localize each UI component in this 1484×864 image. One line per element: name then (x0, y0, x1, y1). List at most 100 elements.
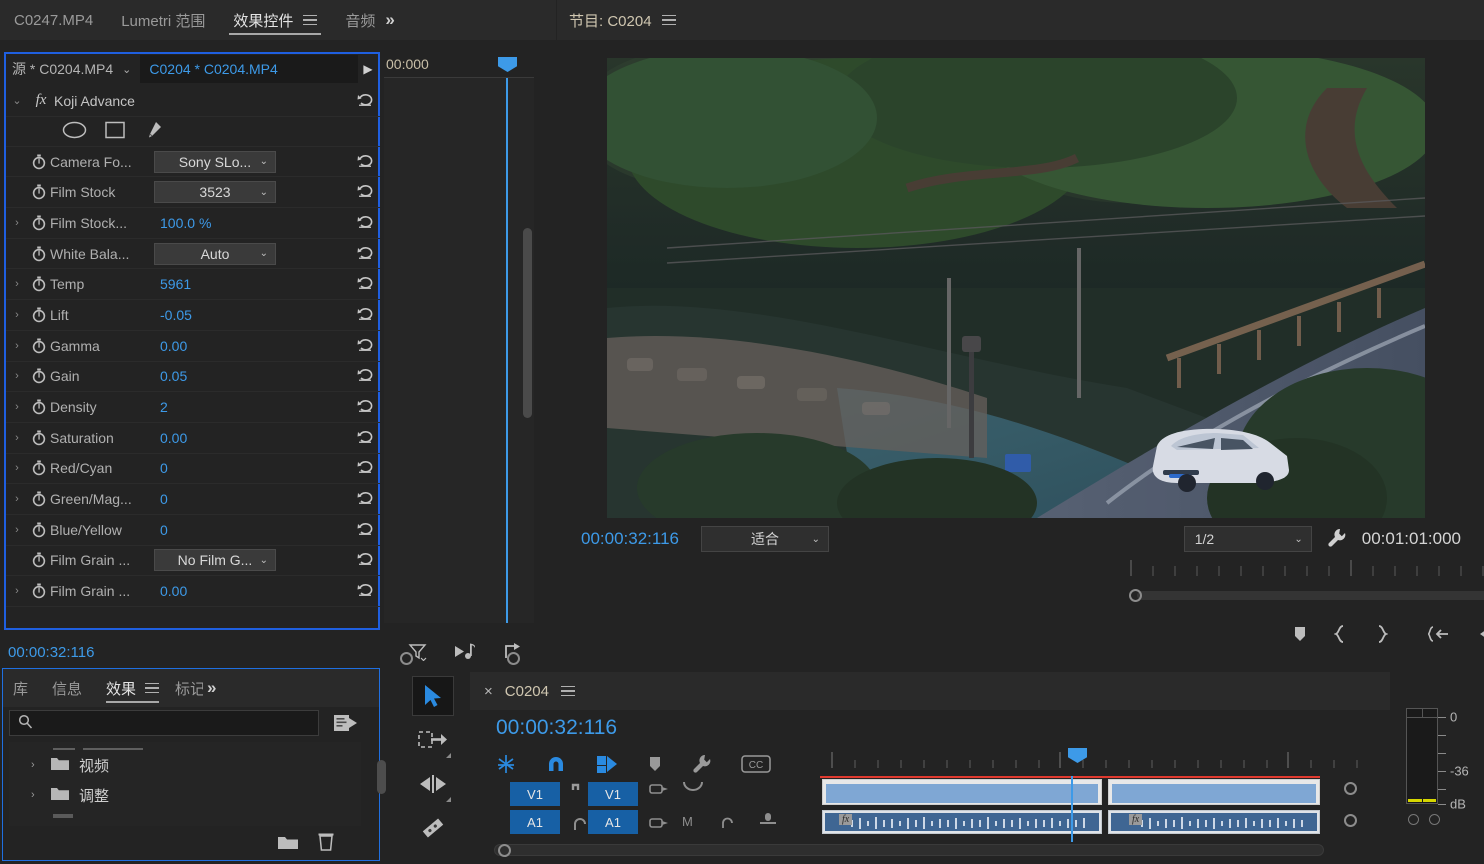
keyframe-scrollbar[interactable] (523, 228, 532, 418)
expand-toggle-icon[interactable]: › (6, 217, 28, 229)
expand-toggle-icon[interactable]: › (6, 370, 28, 382)
parameter-value[interactable]: 0 (160, 491, 168, 507)
reset-icon[interactable] (357, 459, 374, 477)
chevron-down-icon[interactable]: ⌄ (122, 63, 131, 76)
captions-icon[interactable]: CC (741, 754, 771, 776)
parameter-value[interactable]: 0 (160, 522, 168, 538)
reset-icon[interactable] (357, 367, 374, 385)
parameter-value[interactable]: 0.00 (160, 430, 187, 446)
keyframe-ruler[interactable]: 00:000 (384, 52, 534, 78)
reset-icon[interactable] (357, 92, 374, 110)
parameter-value[interactable]: 2 (160, 399, 168, 415)
parameter-row[interactable]: › Film Grain ... 0.00 (6, 576, 380, 607)
track-mute-icon[interactable] (682, 780, 704, 797)
stopwatch-icon[interactable] (28, 184, 50, 200)
add-marker-icon[interactable] (1292, 624, 1308, 647)
audio-track-scroll-handle[interactable] (1344, 814, 1357, 827)
reset-icon[interactable] (357, 398, 374, 416)
parameter-row[interactable]: › Saturation 0.00 (6, 423, 380, 454)
linked-selection-icon[interactable] (595, 753, 619, 778)
track-header-a1-b[interactable]: A1 (588, 810, 638, 834)
track-lock-icon[interactable] (572, 816, 588, 835)
chevron-right-icon[interactable]: › (31, 759, 41, 771)
parameter-row[interactable]: › Density 2 (6, 392, 380, 423)
settings-wrench-icon[interactable] (1326, 527, 1348, 552)
reset-icon[interactable] (357, 183, 374, 201)
expand-toggle-icon[interactable]: › (6, 309, 28, 321)
track-voiceover-icon[interactable] (758, 812, 778, 829)
reset-icon[interactable] (357, 214, 374, 232)
stopwatch-icon[interactable] (28, 215, 50, 231)
parameter-row[interactable]: › Red/Cyan 0 (6, 454, 380, 485)
video-track-scroll-handle[interactable] (1344, 782, 1357, 795)
reset-icon[interactable] (357, 551, 374, 569)
parameter-value[interactable]: 0.00 (160, 583, 187, 599)
audio-meter-bars[interactable] (1406, 708, 1438, 804)
fit-dropdown[interactable]: 适合 ⌄ (701, 526, 829, 552)
track-select-forward-tool[interactable] (412, 720, 454, 760)
stopwatch-icon[interactable] (28, 246, 50, 262)
stopwatch-icon[interactable] (28, 430, 50, 446)
pen-mask-icon[interactable] (143, 120, 163, 143)
parameter-dropdown[interactable]: Auto ⌄ (154, 242, 276, 265)
stopwatch-icon[interactable] (28, 276, 50, 292)
effects-folder-item[interactable]: › 调整 (9, 780, 361, 810)
parameter-value[interactable]: 0.00 (160, 338, 187, 354)
track-mute-label[interactable]: M (682, 814, 693, 829)
effects-folder-item[interactable]: › 视频 (9, 750, 361, 780)
source-expand-icon[interactable]: ▶ (358, 62, 378, 76)
video-preview[interactable] (607, 58, 1425, 518)
parameter-row[interactable]: › Blue/Yellow 0 (6, 515, 380, 546)
reset-icon[interactable] (357, 153, 374, 171)
search-input[interactable] (9, 710, 319, 736)
parameter-row[interactable]: Film Stock 3523 ⌄ (6, 177, 380, 209)
chevron-right-icon[interactable]: › (31, 789, 41, 801)
ripple-edit-tool[interactable] (412, 764, 454, 804)
filter-icon[interactable] (408, 642, 427, 664)
track-eye-icon[interactable] (570, 780, 588, 797)
tab-effect-controls[interactable]: 效果控件 (219, 0, 331, 40)
parameter-value[interactable]: 100.0% (160, 215, 212, 231)
stopwatch-icon[interactable] (28, 307, 50, 323)
effects-tree-scrollbar[interactable] (377, 760, 386, 794)
delete-icon[interactable] (317, 832, 335, 854)
effect-header-row[interactable]: ⌄ fx Koji Advance (6, 86, 380, 117)
parameter-row[interactable]: › Temp 5961 (6, 269, 380, 301)
track-sync-icon[interactable] (648, 782, 670, 799)
stopwatch-icon[interactable] (28, 552, 50, 568)
rectangle-mask-icon[interactable] (105, 121, 125, 142)
expand-toggle-icon[interactable]: › (6, 585, 28, 597)
stopwatch-icon[interactable] (28, 154, 50, 170)
track-header-v1-b[interactable]: V1 (588, 782, 638, 806)
program-zoom-scrollbar[interactable] (1129, 588, 1484, 602)
timeline-timecode[interactable]: 00:00:32:116 (496, 716, 617, 740)
wrench-icon[interactable] (691, 753, 713, 778)
video-clip-1[interactable] (822, 779, 1102, 805)
playback-resolution-dropdown[interactable]: 1/2 ⌄ (1183, 526, 1312, 552)
expand-toggle-icon[interactable]: › (6, 278, 28, 290)
stopwatch-icon[interactable] (28, 491, 50, 507)
go-to-in-icon[interactable] (1427, 624, 1450, 647)
preset-browser-icon[interactable] (332, 712, 360, 737)
sequence-tab-label[interactable]: C0204 (505, 683, 549, 700)
reset-icon[interactable] (357, 490, 374, 508)
parameter-row[interactable]: › Gain 0.05 (6, 362, 380, 393)
reset-icon[interactable] (357, 275, 374, 293)
parameter-list[interactable]: ⌄ fx Koji Advance Camera Fo... Sony SLo.… (6, 86, 380, 628)
program-scrubbar[interactable] (1129, 558, 1484, 582)
selection-tool[interactable] (412, 676, 454, 716)
reset-icon[interactable] (357, 245, 374, 263)
ellipse-mask-icon[interactable] (62, 121, 87, 142)
expand-toggle-icon[interactable]: › (6, 432, 28, 444)
audio-clip-1[interactable]: fx (822, 810, 1102, 834)
snap-icon[interactable] (495, 753, 517, 778)
timeline-clip-area[interactable]: fx fx (820, 776, 1380, 844)
track-solo-icon[interactable] (720, 816, 736, 833)
expand-toggle-icon[interactable]: ⌄ (6, 94, 28, 107)
razor-tool[interactable] (412, 808, 454, 848)
loop-icon[interactable] (503, 642, 524, 664)
playhead-handle[interactable] (498, 57, 517, 72)
parameter-dropdown[interactable]: 3523 ⌄ (154, 181, 276, 204)
parameter-value[interactable]: 0.05 (160, 368, 187, 384)
tab-libraries[interactable]: 库 (3, 668, 38, 708)
